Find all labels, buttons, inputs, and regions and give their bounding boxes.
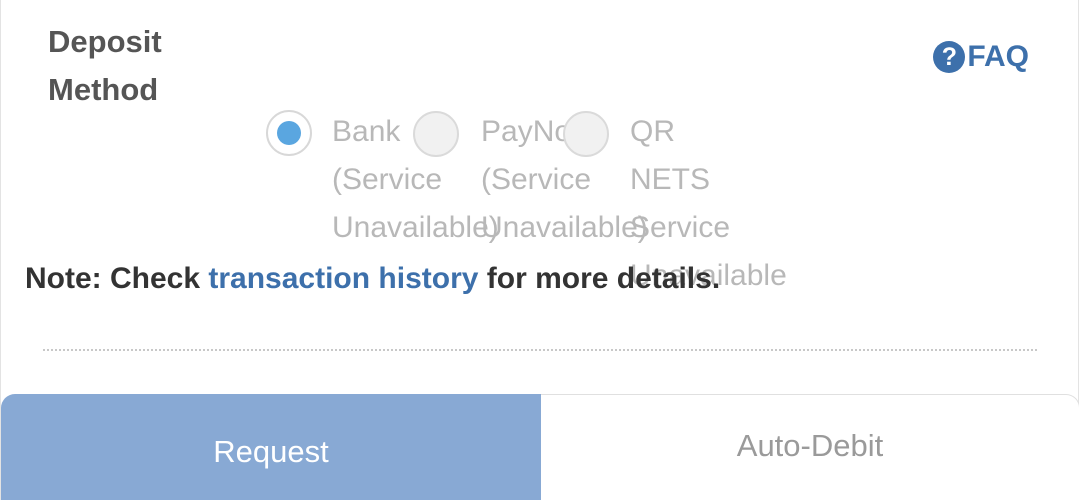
radio-nets[interactable] — [563, 111, 609, 157]
radio-selected-dot — [277, 121, 301, 145]
faq-link[interactable]: ? FAQ — [933, 40, 1029, 74]
request-button[interactable]: Request — [1, 394, 541, 500]
faq-label: FAQ — [967, 40, 1029, 73]
radio-paynow[interactable] — [413, 111, 459, 157]
transaction-history-link[interactable]: transaction history — [208, 262, 478, 295]
auto-debit-button[interactable]: Auto-Debit — [541, 394, 1079, 500]
note-suffix: for more details. — [478, 262, 721, 295]
question-circle-icon: ? — [933, 41, 966, 73]
radio-bank[interactable] — [266, 110, 312, 156]
note-text: Note: Check transaction history for more… — [25, 262, 720, 296]
deposit-page: Deposit Method ? FAQ Bank (Service Unava… — [0, 0, 1079, 500]
note-prefix: Note: Check — [25, 262, 209, 295]
deposit-method-label: Deposit Method — [48, 24, 162, 107]
dotted-divider — [43, 349, 1037, 351]
